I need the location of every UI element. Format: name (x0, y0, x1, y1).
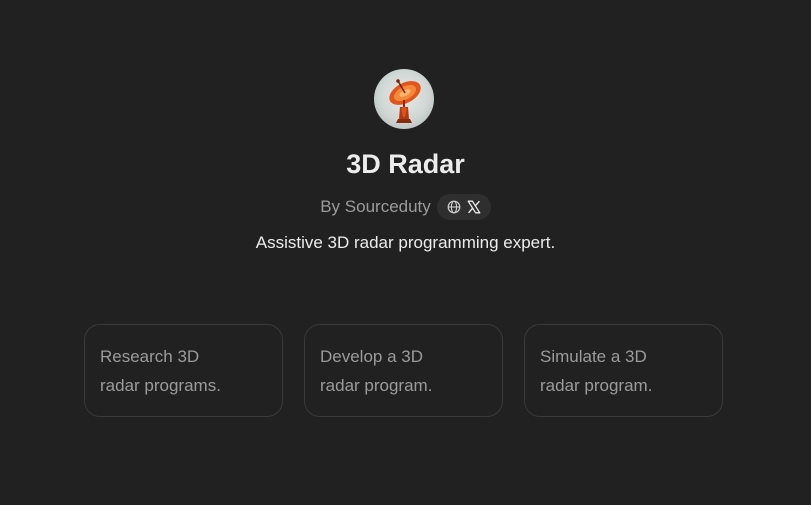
starter-develop-button[interactable]: Develop a 3D radar program. (304, 324, 503, 417)
conversation-starters: Research 3D radar programs. Develop a 3D… (84, 324, 723, 417)
social-links-pill (436, 194, 491, 220)
gpt-description: Assistive 3D radar programming expert. (255, 233, 556, 252)
gpt-title: 3D Radar (346, 149, 465, 179)
globe-icon[interactable] (447, 200, 461, 214)
gpt-landing-page: 3D Radar By Sourceduty Assistive 3D rada… (0, 0, 811, 505)
author-byline: By Sourceduty (0, 193, 811, 221)
author-name: By Sourceduty (320, 197, 431, 216)
x-logo-icon[interactable] (467, 200, 481, 214)
starter-research-button[interactable]: Research 3D radar programs. (84, 324, 283, 417)
starter-simulate-button[interactable]: Simulate a 3D radar program. (524, 324, 723, 417)
radar-dish-avatar-icon (374, 69, 434, 129)
